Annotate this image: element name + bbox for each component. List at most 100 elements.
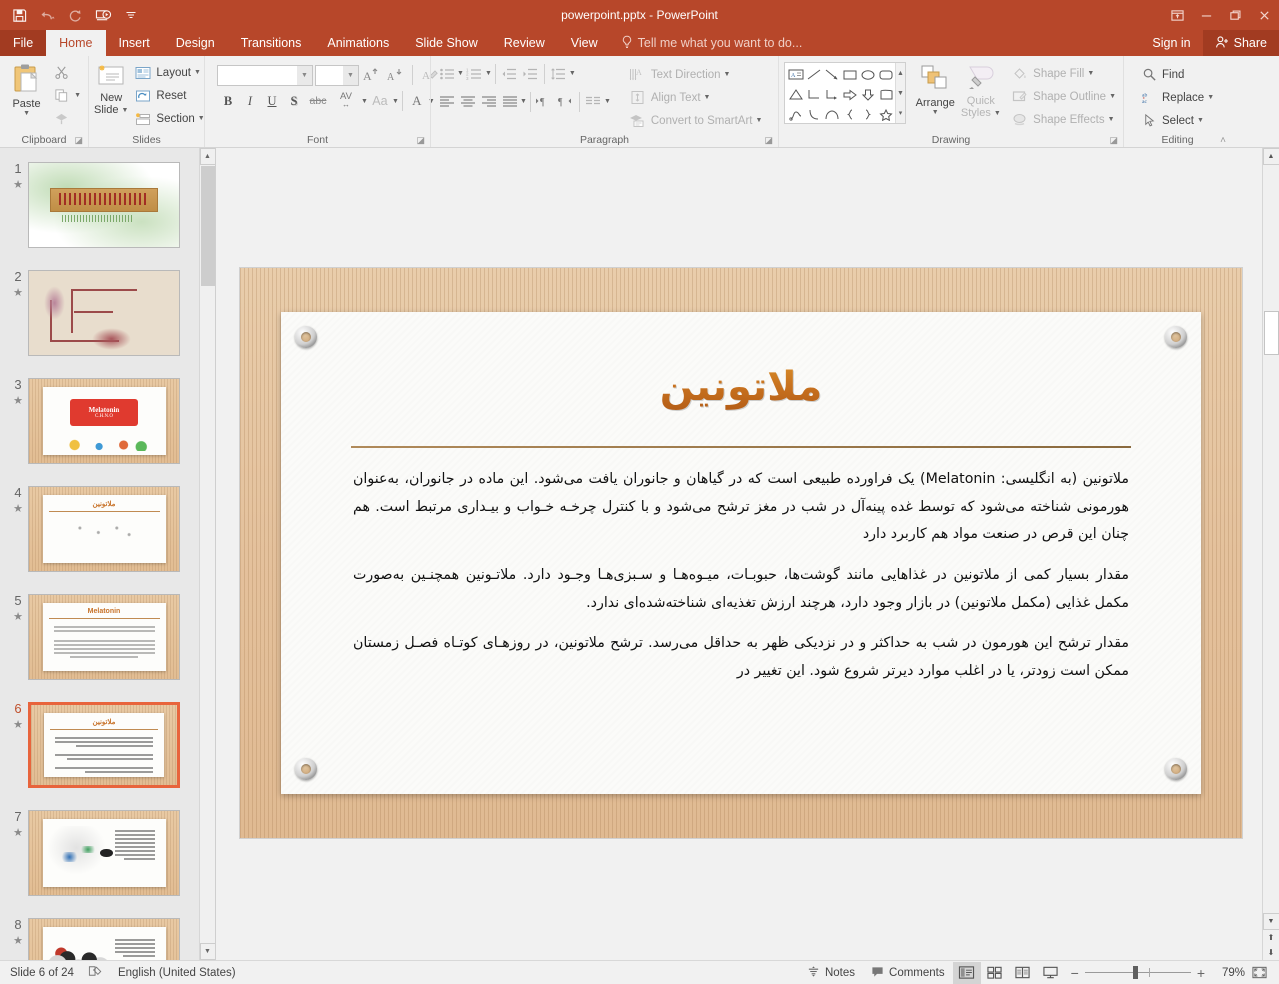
zoom-in-button[interactable]: + (1197, 965, 1205, 981)
tab-transitions[interactable]: Transitions (228, 30, 315, 56)
thumbnail-image[interactable]: Melatonin (28, 594, 180, 680)
text-direction-caret-icon[interactable]: ▼ (724, 71, 731, 78)
next-slide-icon[interactable]: ⬇ (1263, 945, 1279, 960)
shape-right-brace-icon[interactable] (859, 104, 877, 124)
convert-to-smartart-button[interactable]: Convert to SmartArt ▼ (625, 109, 766, 132)
restore-icon[interactable] (1221, 0, 1250, 30)
paste-button[interactable]: Paste ▼ (5, 61, 48, 117)
slide-body-text[interactable]: ملاتونین (به انگلیسی: Melatonin) یک فراو… (281, 448, 1201, 686)
format-painter-button[interactable] (48, 107, 84, 130)
line-spacing-caret-icon[interactable]: ▼ (569, 70, 576, 77)
shape-line-icon[interactable] (805, 64, 823, 84)
shape-oval-icon[interactable] (859, 64, 877, 84)
shape-down-arrow-icon[interactable] (859, 84, 877, 104)
align-text-button[interactable]: Align Text ▼ (625, 86, 766, 109)
zoom-out-button[interactable]: − (1071, 965, 1079, 981)
layout-caret-icon[interactable]: ▼ (194, 69, 201, 76)
tab-insert[interactable]: Insert (106, 30, 163, 56)
thumbnail-slide-7[interactable]: 7 ★ (0, 810, 215, 896)
clipboard-dialog-launcher[interactable]: ◪ (74, 135, 83, 146)
shape-curve-icon[interactable] (805, 104, 823, 124)
bullets-icon[interactable] (436, 63, 457, 84)
slide-edit-area[interactable]: ملاتونین ملاتونین (به انگلیسی: Melatonin… (216, 148, 1279, 960)
columns-icon[interactable] (583, 91, 604, 112)
current-slide[interactable]: ملاتونین ملاتونین (به انگلیسی: Melatonin… (240, 268, 1242, 838)
increase-font-size-icon[interactable]: A (361, 64, 383, 86)
previous-slide-icon[interactable]: ⬆ (1263, 930, 1279, 945)
right-to-left-icon[interactable]: ¶ (555, 91, 576, 112)
scroll-thumb[interactable] (1264, 311, 1279, 355)
thumbnail-image[interactable]: ملاتونین (28, 702, 180, 788)
scroll-down-icon[interactable]: ▼ (1263, 913, 1279, 930)
fit-to-window-button[interactable] (1245, 962, 1273, 984)
shape-arc-icon[interactable] (823, 104, 841, 124)
character-spacing-caret-icon[interactable]: ▼ (361, 98, 368, 105)
cut-button[interactable] (48, 61, 84, 84)
thumbnail-slide-6[interactable]: 6 ★ ملاتونین (0, 702, 215, 788)
arrange-caret-icon[interactable]: ▼ (932, 109, 939, 116)
zoom-track[interactable] (1085, 972, 1191, 973)
new-slide-caret-icon[interactable]: ▼ (121, 107, 128, 114)
zoom-thumb[interactable] (1133, 966, 1138, 979)
spell-check-icon[interactable] (88, 964, 104, 981)
zoom-level[interactable]: 79% (1211, 967, 1245, 979)
reading-view-button[interactable] (1009, 962, 1037, 984)
thumbnail-slide-1[interactable]: 1 ★ (0, 162, 215, 248)
underline-button[interactable]: U (261, 90, 283, 112)
paste-caret-icon[interactable]: ▼ (23, 110, 30, 117)
scroll-up-icon[interactable]: ▲ (1263, 148, 1279, 165)
thumbnail-slide-8[interactable]: 8 ★ (0, 918, 215, 960)
shape-elbow-connector-icon[interactable] (805, 84, 823, 104)
shape-fill-button[interactable]: Shape Fill ▼ (1007, 62, 1119, 85)
font-size-input[interactable]: ▼ (315, 65, 359, 86)
slide-sorter-view-button[interactable] (981, 962, 1009, 984)
slide-title[interactable]: ملاتونین (281, 362, 1201, 412)
shape-effects-button[interactable]: Shape Effects ▼ (1007, 108, 1119, 131)
tab-file[interactable]: File (0, 30, 46, 56)
numbering-icon[interactable]: 123 (464, 63, 485, 84)
copy-caret-icon[interactable]: ▼ (74, 92, 81, 99)
shape-textbox-icon[interactable]: A (787, 64, 805, 84)
shape-freeform-icon[interactable] (787, 104, 805, 124)
font-name-input[interactable]: ▼ (217, 65, 313, 86)
layout-button[interactable]: Layout ▼ (130, 61, 207, 84)
comments-button[interactable]: Comments (863, 961, 953, 984)
thumbnail-image[interactable] (28, 810, 180, 896)
thumbnail-scrollbar[interactable]: ▲ ▼ (199, 148, 215, 960)
new-slide-button[interactable]: New Slide ▼ (94, 61, 128, 116)
shape-triangle-icon[interactable] (787, 84, 805, 104)
minimize-icon[interactable] (1192, 0, 1221, 30)
font-size-dropdown-icon[interactable]: ▼ (343, 66, 358, 85)
line-spacing-icon[interactable] (548, 63, 569, 84)
shapes-scroll-down-icon[interactable]: ▼ (896, 83, 905, 103)
shape-left-brace-icon[interactable] (841, 104, 859, 124)
section-button[interactable]: Section ▼ (130, 107, 207, 130)
font-dialog-launcher[interactable]: ◪ (416, 135, 425, 146)
thumbnail-image[interactable]: Melatonin C.H.N.O (28, 378, 180, 464)
slide-indicator[interactable]: Slide 6 of 24 (10, 967, 74, 979)
increase-indent-icon[interactable] (520, 63, 541, 84)
shapes-gallery-scroll[interactable]: ▲ ▼ ▾ (895, 63, 905, 123)
decrease-indent-icon[interactable] (499, 63, 520, 84)
justify-icon[interactable] (499, 91, 520, 112)
zoom-slider[interactable]: − + (1065, 965, 1211, 981)
copy-button[interactable]: ▼ (48, 84, 84, 107)
slide-show-view-button[interactable] (1037, 962, 1065, 984)
thumbnail-scroll-down-icon[interactable]: ▼ (200, 943, 216, 960)
thumbnail-image[interactable] (28, 918, 180, 960)
share-button[interactable]: Share (1203, 30, 1279, 56)
text-direction-button[interactable]: A Text Direction ▼ (625, 63, 766, 86)
thumbnail-image[interactable] (28, 270, 180, 356)
ribbon-display-options-icon[interactable] (1163, 0, 1192, 30)
replace-caret-icon[interactable]: ▼ (1207, 94, 1214, 101)
close-icon[interactable] (1250, 0, 1279, 30)
bold-button[interactable]: B (217, 90, 239, 112)
align-text-caret-icon[interactable]: ▼ (704, 94, 711, 101)
italic-button[interactable]: I (239, 90, 261, 112)
quick-styles-button[interactable]: Quick Styles ▼ (958, 62, 1003, 119)
tab-slide-show[interactable]: Slide Show (402, 30, 491, 56)
thumbnail-image[interactable]: ملاتونین (28, 486, 180, 572)
drawing-dialog-launcher[interactable]: ◪ (1109, 135, 1118, 146)
paragraph-dialog-launcher[interactable]: ◪ (764, 135, 773, 146)
undo-icon[interactable] (34, 3, 60, 27)
